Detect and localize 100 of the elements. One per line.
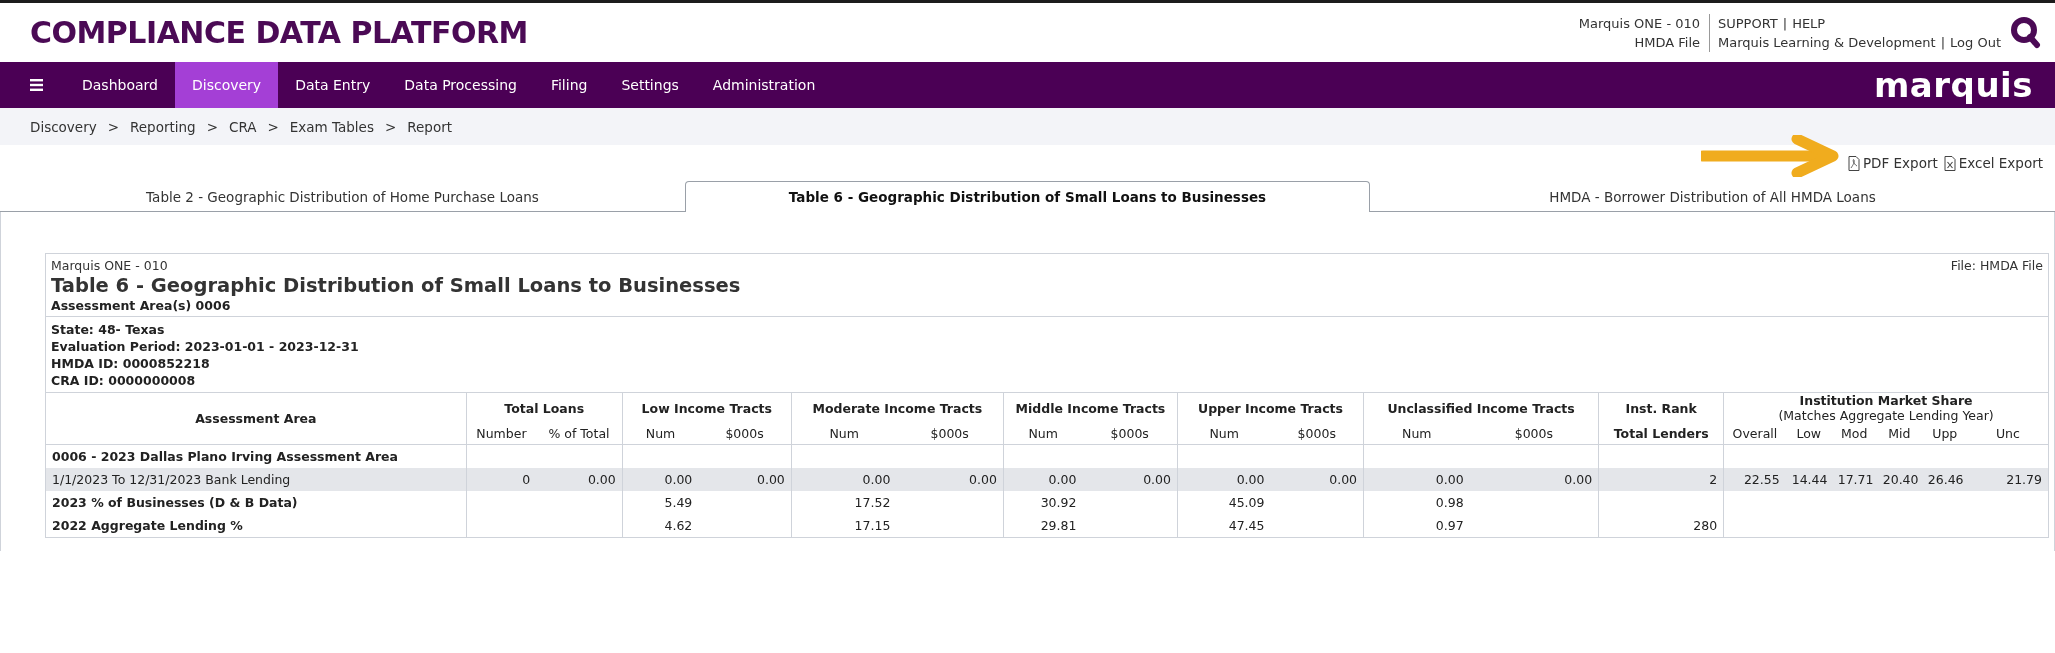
table-cell: 17.15	[791, 514, 897, 537]
column-group-header: Upper Income Tracts	[1177, 392, 1364, 423]
column-header: $000s	[698, 423, 792, 445]
nav-item[interactable]: Settings	[604, 62, 696, 108]
report-tab[interactable]: HMDA - Borrower Distribution of All HMDA Loans	[1370, 181, 2055, 211]
column-header: $000s	[1082, 423, 1178, 445]
column-group-header: Middle Income Tracts	[1003, 392, 1178, 423]
nav-item[interactable]: Administration	[695, 62, 833, 108]
table-cell: 0.00	[622, 468, 699, 491]
table-cell: 0.00	[1363, 468, 1470, 491]
column-header: $000s	[896, 423, 1004, 445]
account-info: Marquis ONE - 010	[1578, 14, 1700, 33]
breadcrumb-separator: >	[107, 118, 119, 135]
header-link[interactable]: Marquis Learning & Development	[1718, 32, 1936, 52]
report-detail: HMDA ID: 0000852218	[51, 355, 211, 372]
column-header: Unc	[1967, 423, 2048, 445]
breadcrumb-separator: >	[206, 118, 218, 135]
table-cell: 21.79	[1967, 468, 2048, 491]
export-link[interactable]: Excel Export	[1943, 155, 2043, 171]
export-link[interactable]: PDF Export	[1847, 155, 1938, 171]
nav-item[interactable]: Dashboard	[65, 62, 175, 108]
nav-item[interactable]: Data Processing	[387, 62, 534, 108]
table-cell: 280	[1598, 514, 1724, 537]
account-info: HMDA File	[1634, 33, 1700, 52]
table-cell: 29.81	[1003, 514, 1083, 537]
column-group-header: Total Loans	[466, 392, 623, 423]
table-cell: 17.52	[791, 491, 897, 514]
institution-name: Marquis ONE - 010	[51, 258, 168, 273]
column-header: Num	[1363, 423, 1470, 445]
table-cell: 4.62	[622, 514, 699, 537]
column-header: Num	[1003, 423, 1083, 445]
app-title: COMPLIANCE DATA PLATFORM	[30, 15, 529, 50]
column-header: Total Lenders	[1598, 423, 1724, 445]
table-cell: 0.00	[1003, 468, 1083, 491]
breadcrumb-link[interactable]: Discovery	[30, 118, 97, 135]
report-detail: CRA ID: 0000000008	[51, 372, 197, 389]
table-cell: 0.00	[896, 468, 1004, 491]
column-header: Number	[466, 423, 537, 445]
header-link[interactable]: SUPPORT	[1718, 13, 1778, 33]
table-cell: 0.97	[1363, 514, 1470, 537]
breadcrumb-separator: >	[384, 118, 397, 135]
menu-icon[interactable]	[30, 79, 43, 91]
table-cell: 0.98	[1363, 491, 1470, 514]
report-detail: State: 48- Texas	[51, 321, 166, 338]
pdf-file-icon	[1847, 155, 1860, 171]
column-group-note: (Matches Aggregate Lending Year)	[1777, 408, 1995, 423]
nav-item[interactable]: Data Entry	[278, 62, 388, 108]
column-header: Mod	[1831, 423, 1877, 445]
table-cell: 20.40	[1876, 468, 1922, 491]
table-cell: 17.71	[1831, 468, 1877, 491]
table-cell: 47.45	[1177, 514, 1271, 537]
link-separator: |	[1940, 33, 1946, 52]
row-label: 2022 Aggregate Lending %	[46, 514, 467, 537]
nav-item[interactable]: Filing	[533, 62, 605, 108]
table-cell: 5.49	[622, 491, 699, 514]
search-icon[interactable]	[2009, 15, 2041, 50]
column-header: Upp	[1921, 423, 1968, 445]
report-detail: Evaluation Period: 2023-01-01 - 2023-12-31	[51, 338, 360, 355]
column-header: Overall	[1723, 423, 1786, 445]
column-header: Num	[1177, 423, 1271, 445]
column-header: Mid	[1876, 423, 1922, 445]
table-cell: 30.92	[1003, 491, 1083, 514]
column-header: Num	[622, 423, 699, 445]
row-label: 0006 - 2023 Dallas Plano Irving Assessment Area	[46, 444, 467, 468]
table-cell: 26.46	[1921, 468, 1968, 491]
table-cell: 22.55	[1723, 468, 1786, 491]
link-separator: |	[1782, 14, 1788, 33]
column-group-header: Assessment Area	[46, 392, 467, 445]
breadcrumb-separator: >	[267, 118, 279, 135]
table-cell: 0.00	[1270, 468, 1364, 491]
column-header: Low	[1785, 423, 1832, 445]
row-label: 2023 % of Businesses (D & B Data)	[46, 491, 467, 514]
report-subtitle: Assessment Area(s) 0006	[51, 298, 232, 313]
column-header: $000s	[1469, 423, 1599, 445]
column-header: $000s	[1270, 423, 1364, 445]
table-cell: 0.00	[791, 468, 897, 491]
spreadsheet-file-icon	[1943, 155, 1956, 171]
table-cell: 0.00	[1082, 468, 1178, 491]
report-tab[interactable]: Table 6 - Geographic Distribution of Small Loans to Businesses	[685, 181, 1370, 212]
header-link[interactable]: HELP	[1792, 13, 1826, 33]
nav-item[interactable]: Discovery	[174, 62, 279, 108]
breadcrumb-link[interactable]: Reporting	[130, 118, 196, 135]
table-cell: 14.44	[1785, 468, 1832, 491]
table-cell: 0.00	[1469, 468, 1599, 491]
report-title: Table 6 - Geographic Distribution of Small Loans to Businesses	[51, 273, 742, 298]
breadcrumb-link[interactable]: Exam Tables	[289, 118, 374, 135]
report-tab[interactable]: Table 2 - Geographic Distribution of Home Purchase Loans	[0, 181, 685, 211]
table-cell: 0.00	[1177, 468, 1271, 491]
column-group-header: Unclassified Income Tracts	[1363, 392, 1599, 423]
column-group-header: Institution Market Share (Matches Aggregate Lending Year)	[1723, 392, 2048, 423]
breadcrumb-link[interactable]: CRA	[228, 118, 257, 135]
table-cell: 0	[466, 468, 537, 491]
column-header: Num	[791, 423, 897, 445]
brand-logo: marquis	[1873, 65, 2033, 105]
column-group-header: Inst. Rank	[1598, 392, 1724, 423]
table-cell: 2	[1598, 468, 1724, 491]
header-link[interactable]: Log Out	[1950, 32, 2001, 52]
column-header: % of Total	[536, 423, 623, 445]
table-cell: 45.09	[1177, 491, 1271, 514]
column-group-header: Low Income Tracts	[622, 392, 792, 423]
